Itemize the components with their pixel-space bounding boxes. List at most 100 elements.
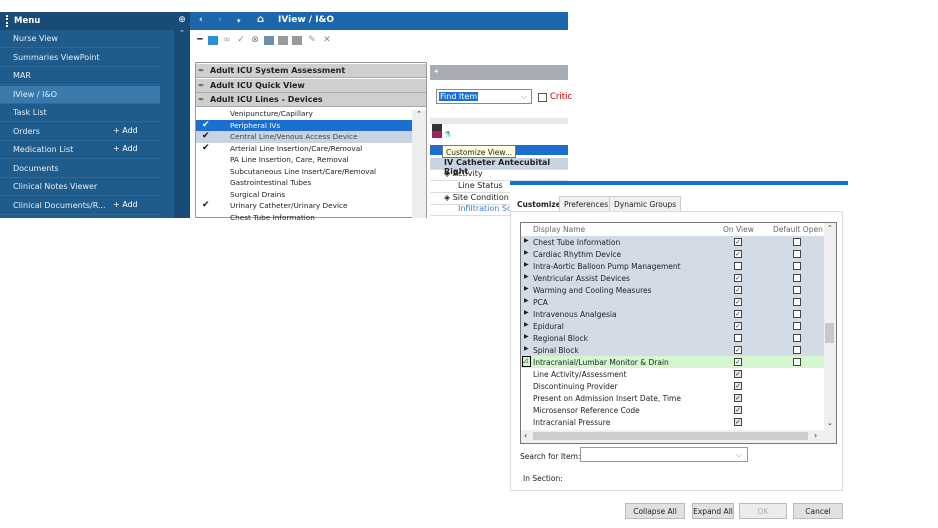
horizontal-scrollbar[interactable]: ◂ [430, 65, 568, 80]
chart-icon[interactable] [208, 36, 218, 45]
grid-row[interactable]: ▶ Cardiac Rhythm Device ✓ [521, 248, 824, 260]
cancel-button[interactable]: Cancel [793, 503, 843, 519]
column-on-view[interactable]: On View [723, 225, 754, 234]
check-icon[interactable]: ✓ [236, 36, 246, 45]
grid-row[interactable]: Microsensor Reference Code ✓ [521, 404, 824, 416]
on-view-checkbox[interactable]: ✓ [734, 309, 742, 318]
band-item[interactable]: Venipuncture/Capillary [196, 108, 412, 120]
customize-view-icon[interactable] [432, 124, 442, 138]
on-view-checkbox[interactable]: ✓ [734, 369, 742, 378]
flask-icon[interactable]: ⚗ [444, 130, 453, 139]
on-view-checkbox[interactable]: ✓ [734, 285, 742, 294]
default-open-checkbox[interactable] [793, 321, 801, 330]
form-icon[interactable] [278, 36, 288, 45]
default-open-checkbox[interactable] [793, 333, 801, 342]
on-view-checkbox[interactable]: ✓ [734, 297, 742, 306]
forward-icon[interactable]: › [218, 15, 222, 25]
on-view-checkbox[interactable]: ✓ [734, 417, 742, 426]
sidebar-item[interactable]: MAR [0, 67, 160, 85]
scroll-down-icon[interactable]: ⌄ [827, 419, 833, 427]
sidebar-item[interactable]: IView / I&O [0, 85, 160, 104]
dropdown-icon[interactable]: ▾ [237, 17, 241, 25]
grid-row[interactable]: ▶ Warming and Cooling Measures ✓ [521, 284, 824, 296]
on-view-checkbox[interactable] [734, 261, 742, 270]
band-header[interactable]: ✒ Adult ICU Lines - Devices [196, 93, 426, 107]
sign-icon[interactable]: ✎ [307, 36, 317, 45]
sidebar-item[interactable]: Clinical Documents/R... + Add [0, 197, 160, 215]
scroll-thumb[interactable] [825, 323, 834, 343]
band-scrollbar[interactable]: ⌃ [412, 110, 426, 218]
tab-dynamic-groups[interactable]: Dynamic Groups [609, 196, 682, 211]
expand-arrow-icon[interactable]: ▶ [524, 249, 529, 256]
collapse-arrow-icon[interactable]: ◿ [522, 356, 531, 367]
scroll-up-icon[interactable]: ⌃ [174, 29, 190, 37]
expand-arrow-icon[interactable]: ▶ [524, 309, 529, 316]
default-open-checkbox[interactable] [793, 357, 801, 366]
band-item[interactable]: Gastrointestinal Tubes [196, 177, 412, 189]
expand-arrow-icon[interactable]: ▶ [524, 321, 529, 328]
default-open-checkbox[interactable] [793, 249, 801, 258]
sidebar-item[interactable]: Medication List + Add [0, 141, 160, 159]
default-open-checkbox[interactable] [793, 297, 801, 306]
link-icon[interactable]: ━ [195, 36, 205, 45]
close-icon[interactable]: ✕ [322, 36, 332, 45]
on-view-checkbox[interactable]: ✓ [734, 381, 742, 390]
on-view-checkbox[interactable]: ✓ [734, 405, 742, 414]
scroll-thumb[interactable] [533, 432, 808, 440]
add-button[interactable]: + Add [113, 144, 138, 153]
expand-arrow-icon[interactable]: ▶ [524, 237, 529, 244]
collapse-all-button[interactable]: Collapse All [625, 503, 685, 519]
band-item[interactable]: ✔ Urinary Catheter/Urinary Device [196, 200, 412, 212]
band-item[interactable]: Subcutaneous Line Insert/Care/Removal [196, 166, 412, 178]
grid-row[interactable]: ▶ Spinal Block ✓ [521, 344, 824, 356]
add-button[interactable]: + Add [113, 126, 138, 135]
grid-row[interactable]: ◿ Intracranial/Lumbar Monitor & Drain ✓ [521, 356, 824, 368]
scroll-right-icon[interactable]: › [814, 431, 817, 440]
grid-row[interactable]: Intracranial Pressure ✓ [521, 416, 824, 428]
sidebar-item[interactable]: Documents [0, 160, 160, 178]
grid-row[interactable]: ▶ Regional Block [521, 332, 824, 344]
on-view-checkbox[interactable]: ✓ [734, 249, 742, 258]
band-item[interactable]: ✔ Peripheral IVs [196, 119, 412, 131]
default-open-checkbox[interactable] [793, 345, 801, 354]
expand-arrow-icon[interactable]: ▶ [524, 345, 529, 352]
grid-row[interactable]: Discontinuing Provider ✓ [521, 380, 824, 392]
critical-checkbox[interactable] [538, 93, 547, 102]
default-open-checkbox[interactable] [793, 237, 801, 246]
home-icon[interactable]: ⌂ [257, 14, 264, 25]
pin-icon[interactable]: ⊕ [174, 15, 190, 25]
band-header[interactable]: ✒ Adult ICU System Assessment [196, 64, 426, 78]
ok-button[interactable]: OK [739, 503, 787, 519]
grid-row[interactable]: ▶ PCA ✓ [521, 296, 824, 308]
expand-arrow-icon[interactable]: ▶ [524, 333, 529, 340]
on-view-checkbox[interactable]: ✓ [734, 321, 742, 330]
expand-arrow-icon[interactable]: ▶ [524, 297, 529, 304]
default-open-checkbox[interactable] [793, 261, 801, 270]
band-header[interactable]: ✒ Adult ICU Quick View [196, 78, 426, 93]
expand-arrow-icon[interactable]: ▶ [524, 285, 529, 292]
grid-row[interactable]: ▶ Epidural ✓ [521, 320, 824, 332]
add-button[interactable]: + Add [113, 200, 138, 209]
back-icon[interactable]: ‹ [199, 15, 203, 25]
column-default-open[interactable]: Default Open [773, 225, 823, 234]
column-display-name[interactable]: Display Name [533, 225, 585, 234]
sidebar-item[interactable]: Summaries ViewPoint [0, 49, 160, 67]
expand-arrow-icon[interactable]: ▶ [524, 261, 529, 268]
sidebar-item[interactable]: Orders + Add [0, 123, 160, 141]
on-view-checkbox[interactable]: ✓ [734, 273, 742, 282]
grid-row[interactable]: ▶ Intravenous Analgesia ✓ [521, 308, 824, 320]
scroll-left-icon[interactable]: ◂ [434, 67, 438, 75]
scroll-left-icon[interactable]: ‹ [524, 431, 527, 440]
on-view-checkbox[interactable]: ✓ [734, 345, 742, 354]
on-view-checkbox[interactable]: ✓ [734, 357, 742, 366]
expand-arrow-icon[interactable]: ▶ [524, 273, 529, 280]
scroll-up-icon[interactable]: ⌃ [827, 224, 833, 232]
vertical-scrollbar[interactable]: ⌃ ⌄ [824, 223, 836, 430]
find-item-dropdown[interactable]: Find Item ⌵ [436, 89, 532, 104]
band-item[interactable]: Surgical Drains [196, 189, 412, 201]
on-view-checkbox[interactable]: ✓ [734, 237, 742, 246]
grid-row[interactable]: ▶ Intra-Aortic Balloon Pump Management [521, 260, 824, 272]
document-icon[interactable] [264, 36, 274, 45]
grid-row[interactable]: Line Activity/Assessment ✓ [521, 368, 824, 380]
on-view-checkbox[interactable] [734, 333, 742, 342]
